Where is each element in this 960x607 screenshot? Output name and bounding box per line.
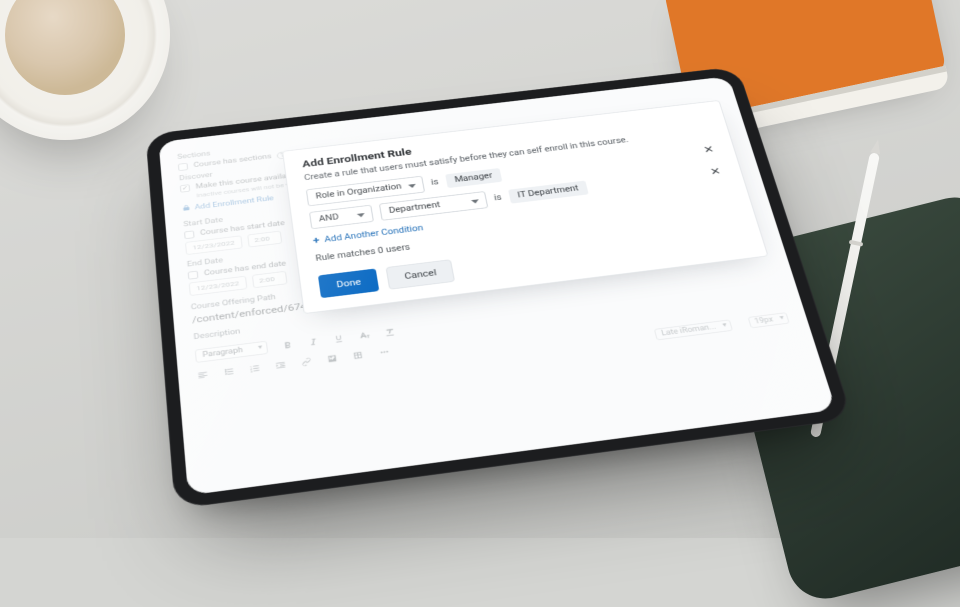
done-button[interactable]: Done	[318, 268, 380, 298]
start-time-input[interactable]: 2:00	[247, 231, 282, 248]
indent-icon[interactable]	[274, 360, 286, 371]
format-select[interactable]: Paragraph	[195, 341, 269, 363]
lock-icon	[182, 204, 192, 214]
end-date-checkbox[interactable]	[188, 271, 199, 280]
condition1-value-chip[interactable]: Manager	[445, 168, 503, 188]
bold-icon[interactable]	[281, 340, 293, 350]
italic-icon[interactable]	[307, 336, 319, 346]
condition1-remove-button[interactable]: ✕	[700, 144, 718, 157]
end-time-input[interactable]: 2:00	[251, 271, 287, 288]
coffee-cup	[0, 0, 170, 140]
table-icon[interactable]	[352, 350, 365, 360]
sections-checkbox[interactable]	[178, 163, 188, 171]
discover-checkbox[interactable]	[180, 184, 190, 192]
condition1-operator: is	[430, 178, 439, 187]
image-icon[interactable]	[326, 353, 339, 363]
tablet-frame: Sections Course has sections ? Discover …	[145, 66, 853, 509]
align-left-icon[interactable]	[197, 370, 209, 381]
end-date-input[interactable]: 12/23/2022	[189, 276, 247, 296]
list-number-icon[interactable]	[249, 363, 261, 374]
clear-format-icon[interactable]	[383, 327, 396, 337]
link-icon[interactable]	[300, 357, 313, 368]
condition2-operator: is	[493, 194, 502, 203]
font-size-icon[interactable]	[358, 330, 371, 340]
condition2-value-chip[interactable]: IT Department	[508, 181, 589, 204]
condition2-remove-button[interactable]: ✕	[706, 165, 725, 178]
font-family-select[interactable]: Late iRoman...	[654, 319, 732, 340]
start-date-input[interactable]: 12/23/2022	[185, 235, 242, 255]
add-condition-label: Add Another Condition	[324, 224, 424, 244]
plus-icon: +	[312, 236, 320, 246]
joiner-select[interactable]: AND	[309, 205, 374, 229]
font-size-select[interactable]: 19px	[747, 312, 790, 328]
start-date-checkbox[interactable]	[184, 230, 195, 239]
cancel-button[interactable]: Cancel	[386, 259, 456, 289]
more-icon[interactable]	[377, 347, 390, 357]
underline-icon[interactable]	[332, 333, 345, 343]
list-bullet-icon[interactable]	[223, 366, 235, 377]
